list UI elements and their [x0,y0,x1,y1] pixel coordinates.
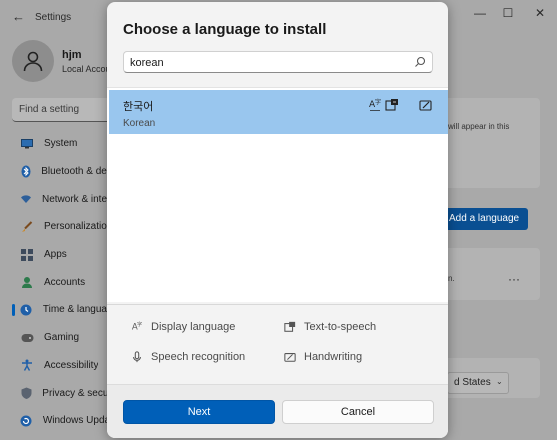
sidebar-item-label: Bluetooth & devices [41,166,112,178]
bluetooth-icon [20,165,31,179]
sidebar-item-gaming[interactable]: Gaming [12,324,112,352]
sidebar-item-time-language[interactable]: Time & language [12,296,112,324]
sidebar-item-label: Personalization [43,221,112,233]
sidebar-item-accounts[interactable]: Accounts [12,268,112,296]
chevron-down-icon: ⌄ [496,377,503,386]
cancel-button[interactable]: Cancel [282,400,434,424]
dialog-footer: Next Cancel [107,384,448,438]
sidebar-nav: System Bluetooth & devices Network & int… [12,130,112,435]
shield-icon [20,386,32,400]
sidebar-item-label: System [44,138,78,150]
feature-label: Display language [151,321,236,333]
find-setting-input[interactable]: Find a setting [12,98,112,122]
sidebar-item-network[interactable]: Network & internet [12,185,112,213]
feature-label: Text-to-speech [304,321,377,333]
add-language-button[interactable]: Add a language [440,208,528,230]
sidebar-item-system[interactable]: System [12,130,112,158]
feature-label: Handwriting [304,351,363,363]
sidebar-item-windows-update[interactable]: Windows Update [12,407,112,435]
user-name: hjm [62,49,82,61]
country-region-dropdown[interactable]: d States ⌄ [447,372,509,394]
language-search-input[interactable] [130,55,410,70]
maximize-icon[interactable]: ☐ [498,6,518,20]
person-icon [20,275,34,289]
microphone-icon [133,351,141,363]
add-language-label: Add a language [449,213,520,224]
brush-icon [20,220,34,234]
sidebar-item-label: Time & language [42,304,112,316]
region-value: d States [454,377,491,388]
update-icon [20,414,33,428]
avatar [12,40,54,82]
partial-info-text: will appear in this [448,122,510,131]
find-setting-placeholder: Find a setting [19,104,80,115]
sidebar-item-personalization[interactable]: Personalization [12,213,112,241]
feature-text-to-speech: Text-to-speech [284,321,376,333]
sidebar-item-label: Apps [44,249,67,261]
partial-info-text: n. [448,274,455,283]
globe-clock-icon [20,303,33,317]
language-info-card [440,98,540,188]
sidebar-item-label: Accessibility [44,359,99,371]
sidebar-item-apps[interactable]: Apps [12,241,112,269]
svg-text:字: 字 [137,321,142,328]
feature-legend: A 字 Display language Text-to-speech Spee… [107,304,448,384]
display-language-icon: A 字 [369,98,381,111]
gamepad-icon [20,331,34,345]
choose-language-dialog: Choose a language to install 한국어 Korean … [107,2,448,438]
handwriting-icon [419,100,432,111]
accessibility-icon [20,358,34,372]
sidebar-item-label: Gaming [44,332,80,344]
language-results-list: 한국어 Korean A 字 [107,87,448,302]
language-english-name: Korean [123,118,156,129]
person-icon [23,51,43,72]
sidebar-item-label: Network & internet [42,193,112,205]
close-icon[interactable]: ✕ [530,6,550,20]
feature-label: Speech recognition [151,351,246,363]
feature-handwriting: Handwriting [284,351,362,363]
list-item[interactable]: 한국어 Korean A 字 [109,90,448,134]
dialog-title: Choose a language to install [123,21,327,38]
minimize-icon[interactable]: — [470,6,490,20]
display-language-icon: A 字 [132,321,142,333]
next-button[interactable]: Next [123,400,275,424]
search-icon[interactable] [414,56,426,68]
back-arrow-icon[interactable]: ← [12,9,25,24]
more-options-icon[interactable]: ··· [508,272,520,286]
sidebar-item-label: Privacy & security [42,387,112,399]
language-list-card [440,248,540,300]
window-title: Settings [35,12,72,23]
text-to-speech-icon [284,321,296,332]
sidebar-item-bluetooth[interactable]: Bluetooth & devices [12,158,112,186]
feature-display-language: A 字 Display language [131,321,236,333]
feature-speech-recognition: Speech recognition [131,351,245,363]
sidebar-item-accessibility[interactable]: Accessibility [12,352,112,380]
handwriting-icon [284,353,296,362]
text-to-speech-icon [385,99,398,111]
language-search-box [123,51,433,73]
apps-icon [20,248,34,262]
svg-text:字: 字 [375,98,381,106]
sidebar-item-label: Accounts [44,276,86,288]
sidebar-item-label: Windows Update [42,415,112,427]
language-native-name: 한국어 [123,101,154,113]
wifi-icon [20,192,32,206]
sidebar-item-privacy[interactable]: Privacy & security [12,379,112,407]
monitor-icon [20,137,34,151]
